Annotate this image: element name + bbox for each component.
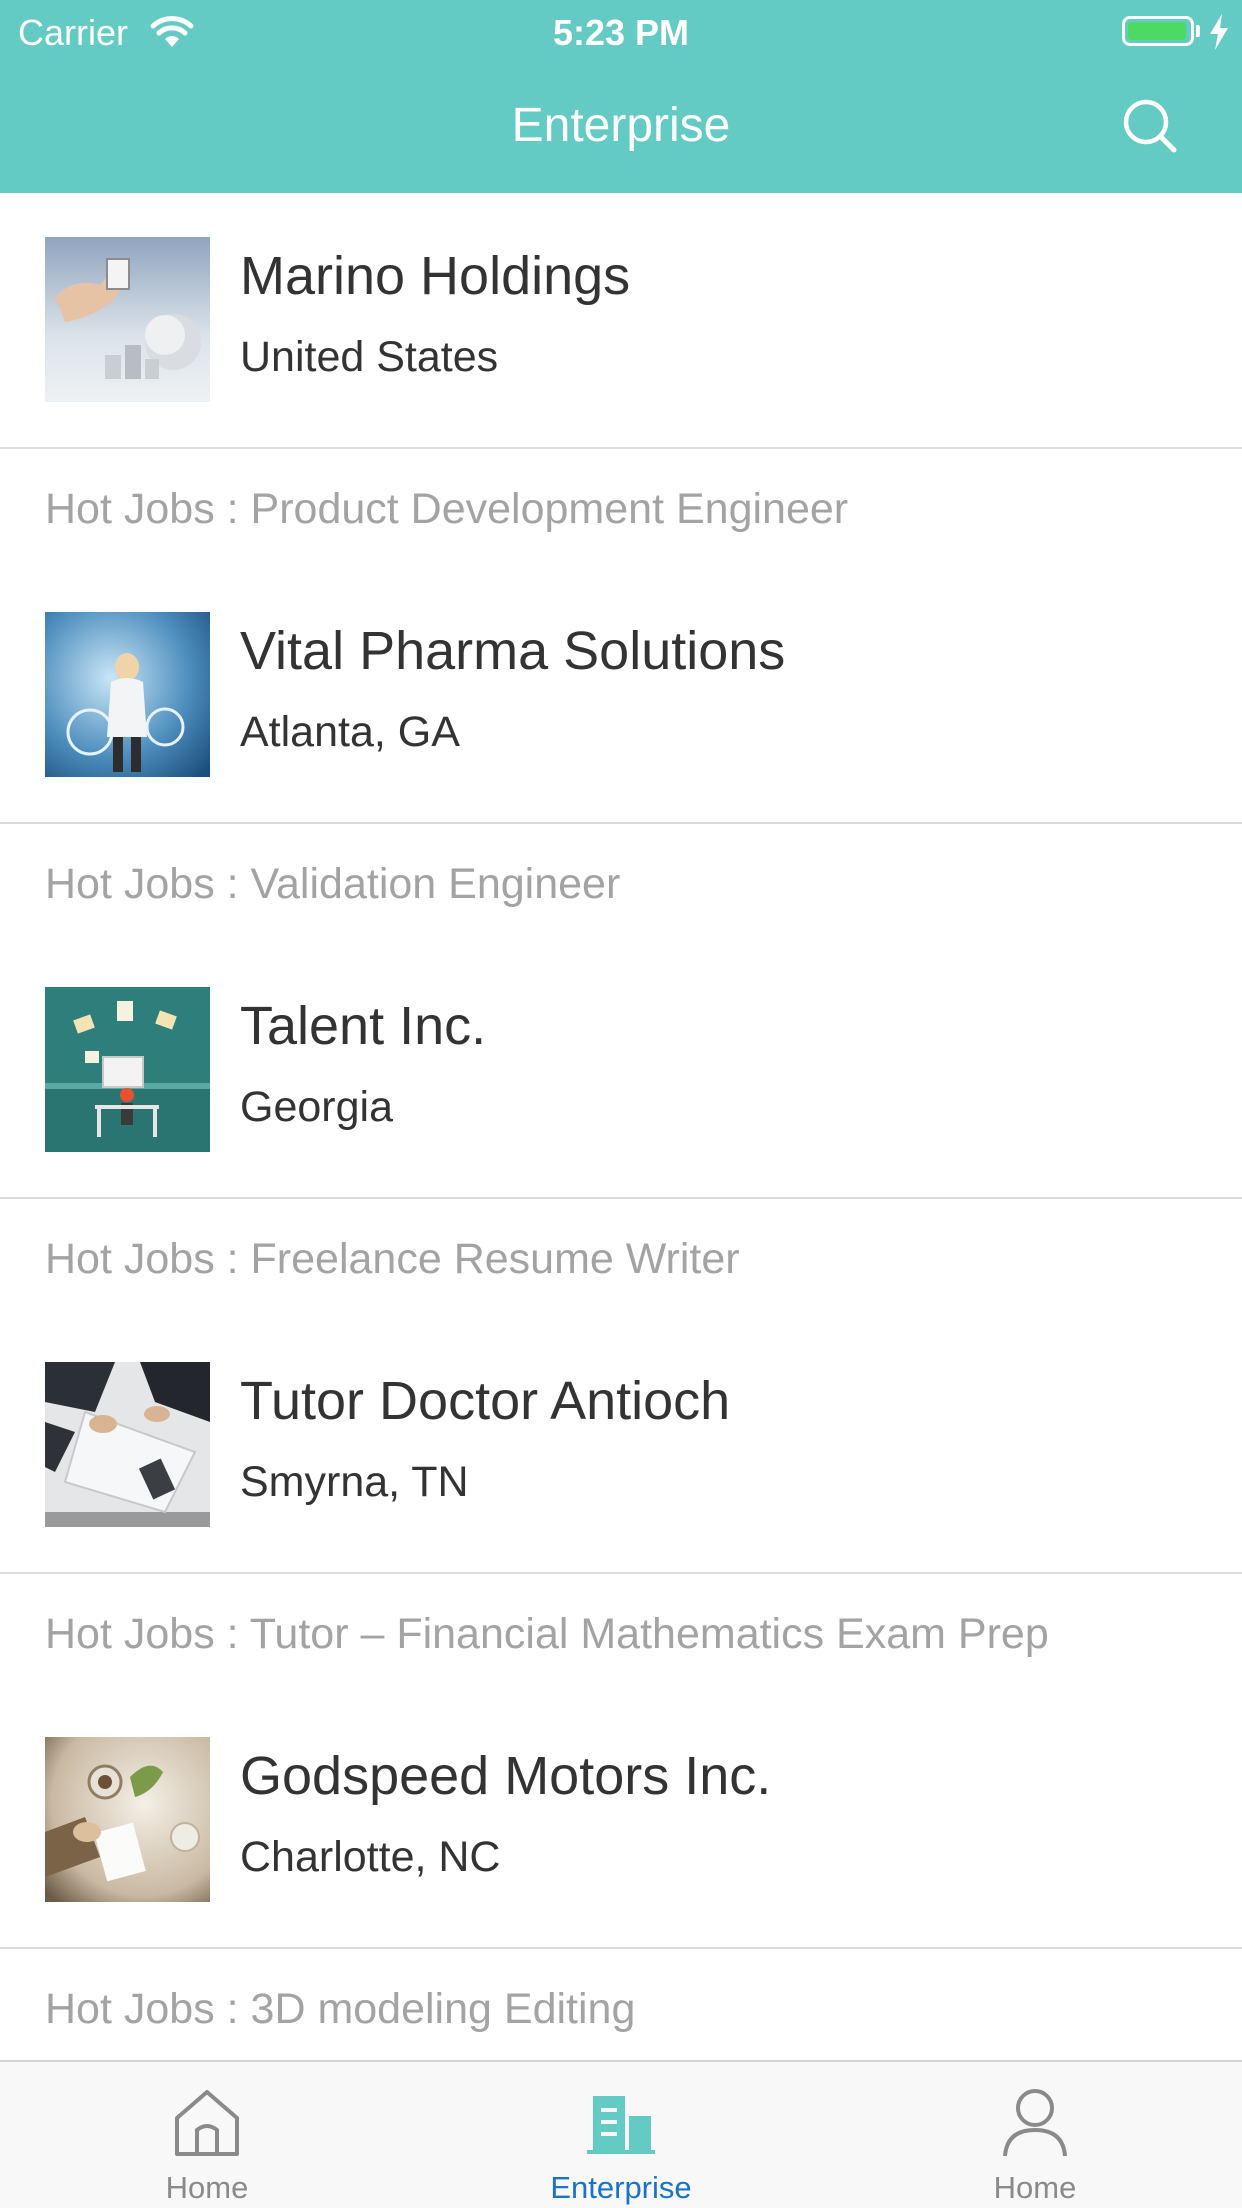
person-icon: [1003, 2089, 1067, 2157]
company-location: Charlotte, NC: [240, 1833, 501, 1881]
charging-icon: [1210, 14, 1228, 50]
row-divider: [0, 1197, 1242, 1199]
hot-jobs-label[interactable]: Hot Jobs : Product Development Engineer: [45, 485, 848, 534]
company-logo: [45, 1362, 210, 1527]
battery-cap: [1196, 25, 1200, 37]
company-name: Talent Inc.: [240, 996, 487, 1056]
company-name: Tutor Doctor Antioch: [240, 1371, 731, 1431]
company-row[interactable]: Marino Holdings United States: [0, 193, 1242, 448]
status-time: 5:23 PM: [552, 12, 690, 53]
nav-header: Carrier 5:23 PM Enterprise: [0, 0, 1242, 193]
company-name: Vital Pharma Solutions: [240, 621, 786, 681]
hot-jobs-label[interactable]: Hot Jobs : Freelance Resume Writer: [45, 1235, 740, 1284]
status-bar: Carrier 5:23 PM: [0, 0, 1242, 62]
company-row[interactable]: Godspeed Motors Inc. Charlotte, NC: [0, 1693, 1242, 1948]
search-icon[interactable]: [1118, 94, 1182, 158]
company-row[interactable]: Vital Pharma Solutions Atlanta, GA: [0, 568, 1242, 823]
tab-profile[interactable]: Home: [828, 2062, 1242, 2208]
building-icon: [587, 2096, 655, 2154]
row-divider: [0, 822, 1242, 824]
company-name: Marino Holdings: [240, 246, 631, 306]
company-name: Godspeed Motors Inc.: [240, 1746, 772, 1806]
home-icon: [175, 2090, 239, 2156]
row-divider: [0, 1572, 1242, 1574]
tab-home[interactable]: Home: [0, 2062, 414, 2208]
hot-jobs-label[interactable]: Hot Jobs : 3D modeling Editing: [45, 1985, 635, 2034]
company-location: Atlanta, GA: [240, 708, 460, 756]
company-logo: [45, 612, 210, 777]
company-row[interactable]: Talent Inc. Georgia: [0, 943, 1242, 1198]
tab-enterprise[interactable]: Enterprise: [414, 2062, 828, 2208]
tab-label: Enterprise: [550, 2170, 692, 2205]
hot-jobs-label[interactable]: Hot Jobs : Tutor – Financial Mathematics…: [45, 1610, 1049, 1659]
hot-jobs-label[interactable]: Hot Jobs : Validation Engineer: [45, 860, 620, 909]
row-divider: [0, 447, 1242, 449]
company-location: United States: [240, 333, 499, 381]
page-title: Enterprise: [511, 99, 731, 152]
company-logo: [45, 1737, 210, 1902]
company-location: Smyrna, TN: [240, 1458, 469, 1506]
row-divider: [0, 1947, 1242, 1949]
company-row[interactable]: Tutor Doctor Antioch Smyrna, TN: [0, 1318, 1242, 1573]
tab-label: Home: [993, 2170, 1077, 2205]
battery-icon: [1122, 16, 1194, 46]
tab-bar: Home Enterprise Home: [0, 2060, 1242, 2208]
company-location: Georgia: [240, 1083, 393, 1131]
company-logo: [45, 987, 210, 1152]
tab-label: Home: [165, 2170, 249, 2205]
company-logo: [45, 237, 210, 402]
